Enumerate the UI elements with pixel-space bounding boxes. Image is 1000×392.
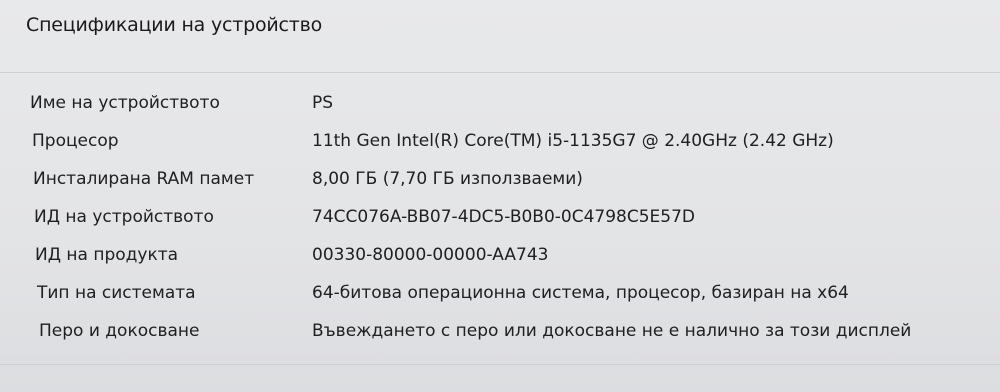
spec-label-product-id: ИД на продукта (35, 245, 179, 265)
spec-label-installed-ram: Инсталирана RAM памет (33, 169, 255, 189)
bottom-divider (0, 364, 1000, 365)
spec-row-system-type: Тип на системата 64-битова операционна с… (0, 274, 1000, 312)
specs-list: Име на устройството PS Процесор 11th Gen… (0, 84, 1000, 350)
spec-label-system-type: Тип на системата (37, 283, 196, 303)
spec-row-device-id: ИД на устройството 74CC076A-BB07-4DC5-B0… (0, 198, 1000, 236)
section-header[interactable]: Спецификации на устройство (0, 0, 1000, 73)
spec-value-product-id: 00330-80000-00000-AA743 (312, 245, 549, 265)
spec-label-processor: Процесор (32, 131, 119, 151)
spec-row-device-name: Име на устройството PS (0, 84, 1000, 122)
spec-row-installed-ram: Инсталирана RAM памет 8,00 ГБ (7,70 ГБ и… (0, 160, 1000, 198)
spec-label-pen-and-touch: Перо и докосване (39, 321, 200, 341)
spec-row-product-id: ИД на продукта 00330-80000-00000-AA743 (0, 236, 1000, 274)
spec-row-pen-and-touch: Перо и докосване Въвеждането с перо или … (0, 312, 1000, 350)
section-title: Спецификации на устройство (26, 14, 323, 36)
device-specifications-panel: Спецификации на устройство Име на устрой… (0, 0, 1000, 392)
spec-value-device-id: 74CC076A-BB07-4DC5-B0B0-0C4798C5E57D (312, 207, 696, 227)
spec-value-pen-and-touch: Въвеждането с перо или докосване не е на… (312, 321, 912, 341)
spec-value-installed-ram: 8,00 ГБ (7,70 ГБ използваеми) (312, 169, 583, 189)
spec-value-system-type: 64-битова операционна система, процесор,… (312, 283, 849, 303)
spec-row-processor: Процесор 11th Gen Intel(R) Core(TM) i5-1… (0, 122, 1000, 160)
spec-value-processor: 11th Gen Intel(R) Core(TM) i5-1135G7 @ 2… (312, 131, 834, 151)
spec-value-device-name: PS (312, 93, 334, 113)
spec-label-device-name: Име на устройството (30, 93, 220, 113)
spec-label-device-id: ИД на устройството (34, 207, 214, 227)
